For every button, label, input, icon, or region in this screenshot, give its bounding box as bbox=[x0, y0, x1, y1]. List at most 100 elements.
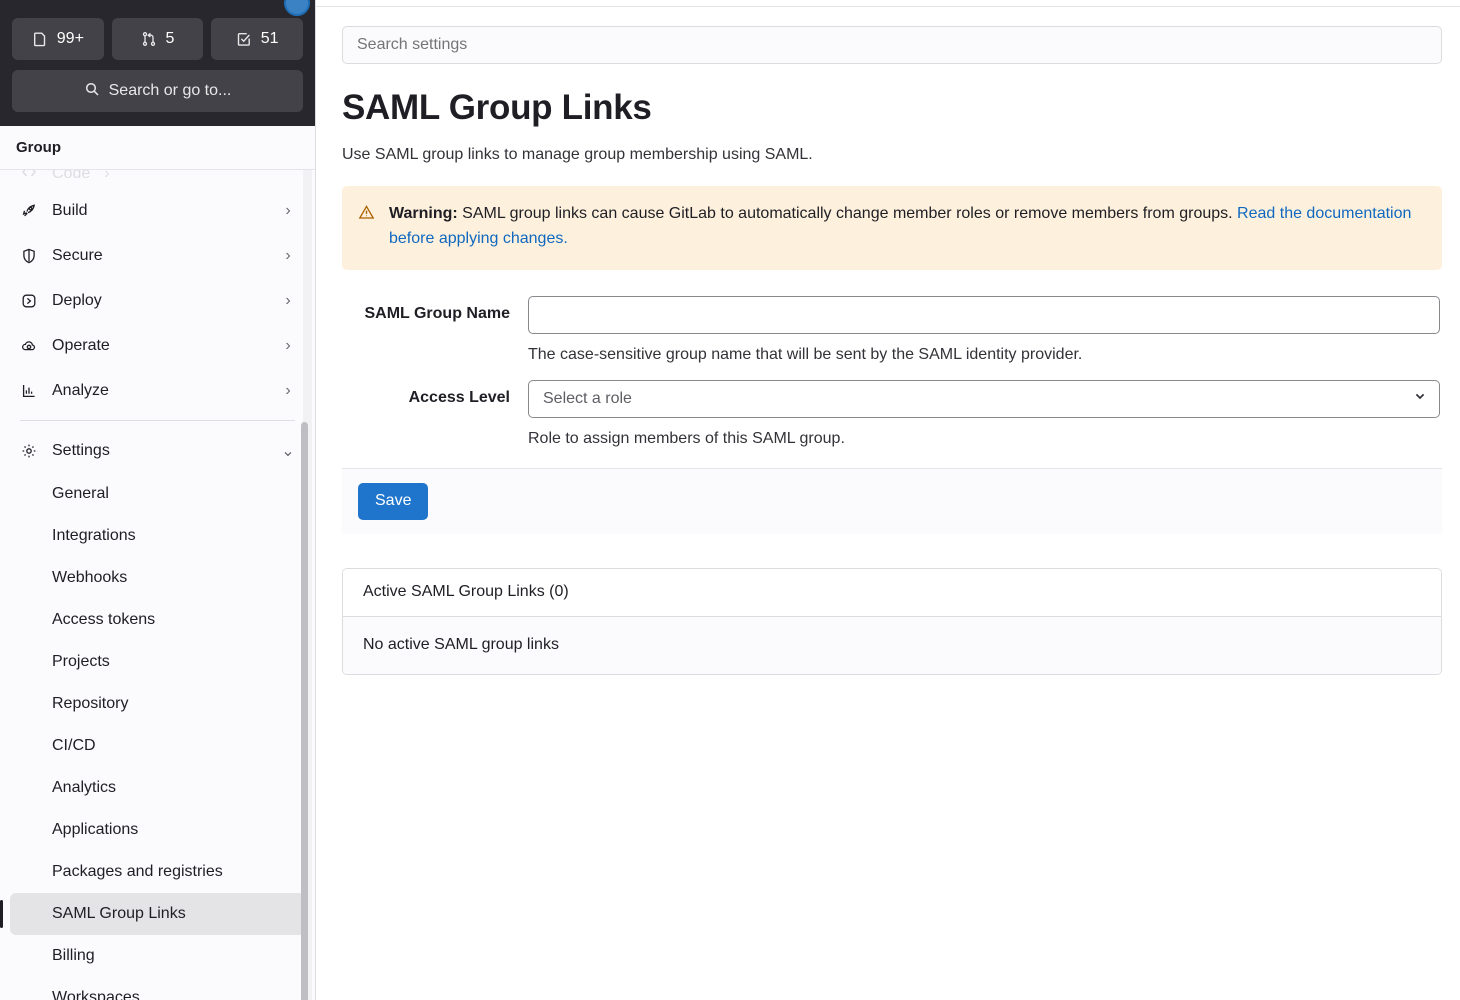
sidebar-item-operate[interactable]: Operate › bbox=[10, 323, 305, 368]
chevron-right-icon: › bbox=[285, 291, 291, 309]
form-spacer bbox=[342, 364, 1442, 380]
sidebar-dark-header: 99+ 5 51 Search or go to... bbox=[0, 0, 315, 126]
warning-bold-prefix: Warning: bbox=[389, 205, 458, 222]
sidebar-item-analyze[interactable]: Analyze › bbox=[10, 368, 305, 413]
merge-requests-counter-button[interactable]: 5 bbox=[111, 18, 204, 60]
sidebar-item-projects[interactable]: Projects bbox=[10, 641, 305, 683]
form-row-group-name: SAML Group Name The case-sensitive group… bbox=[342, 295, 1442, 364]
access-level-label: Access Level bbox=[408, 388, 510, 406]
sidebar-item-build[interactable]: Build › bbox=[10, 188, 305, 233]
search-settings-input[interactable] bbox=[342, 26, 1442, 64]
chart-icon bbox=[20, 382, 38, 400]
group-header: Group bbox=[0, 126, 315, 170]
sidebar-item-analytics-label: Analytics bbox=[52, 779, 117, 796]
sidebar-item-build-label: Build bbox=[52, 201, 88, 219]
left-sidebar: 99+ 5 51 Search or go to... Group Code ›… bbox=[0, 0, 316, 1000]
merge-requests-count: 5 bbox=[165, 30, 175, 47]
app-root: 99+ 5 51 Search or go to... Group Code ›… bbox=[0, 0, 1460, 1000]
sidebar-item-billing-label: Billing bbox=[52, 947, 95, 964]
sidebar-item-applications[interactable]: Applications bbox=[10, 809, 305, 851]
sidebar-item-packages-and-registries[interactable]: Packages and registries bbox=[10, 851, 305, 893]
sidebar-item-projects-label: Projects bbox=[52, 653, 110, 670]
cloud-gear-icon bbox=[20, 337, 38, 355]
sidebar-item-deploy-label: Deploy bbox=[52, 291, 102, 309]
page-title: SAML Group Links bbox=[342, 88, 652, 127]
chevron-right-icon: › bbox=[285, 336, 291, 354]
sidebar-item-workspaces-label: Workspaces bbox=[52, 989, 140, 1000]
code-icon bbox=[20, 170, 38, 186]
issues-count: 99+ bbox=[56, 30, 84, 47]
access-level-select[interactable]: Select a role bbox=[528, 379, 1440, 418]
sidebar-item-billing[interactable]: Billing bbox=[10, 935, 305, 977]
sidebar-item-code-label: Code bbox=[52, 170, 91, 182]
form-actions-bar: Save bbox=[342, 467, 1442, 534]
merge-request-icon bbox=[141, 31, 157, 47]
sidebar-item-code[interactable]: Code › bbox=[10, 170, 305, 188]
saml-group-link-form: SAML Group Name The case-sensitive group… bbox=[342, 295, 1442, 448]
sidebar-item-access-tokens[interactable]: Access tokens bbox=[10, 599, 305, 641]
counter-row: 99+ 5 51 bbox=[12, 18, 304, 60]
warning-body: SAML group links can cause GitLab to aut… bbox=[457, 205, 1238, 222]
sidebar-item-general-label: General bbox=[52, 485, 109, 502]
todos-counter-button[interactable]: 51 bbox=[211, 18, 304, 60]
gear-icon bbox=[20, 442, 38, 460]
sidebar-item-saml-group-links[interactable]: SAML Group Links bbox=[0, 893, 305, 935]
sidebar-item-saml-group-links-label: SAML Group Links bbox=[52, 905, 186, 922]
sidebar-item-general[interactable]: General bbox=[10, 473, 305, 515]
sidebar-item-workspaces[interactable]: Workspaces bbox=[10, 977, 305, 1000]
settings-page: SAML Group Links Use SAML group links to… bbox=[316, 0, 1460, 675]
avatar[interactable] bbox=[284, 0, 310, 16]
issues-counter-button[interactable]: 99+ bbox=[12, 18, 104, 60]
sidebar-nav-scroll: Code › Build › Secure › Deploy › Operate… bbox=[0, 170, 315, 1000]
avatar-strip bbox=[12, 0, 310, 16]
active-saml-group-links-card: Active SAML Group Links (0) No active SA… bbox=[342, 567, 1442, 675]
save-button[interactable]: Save bbox=[358, 482, 429, 520]
global-search-button[interactable]: Search or go to... bbox=[12, 70, 303, 112]
form-row-access-level: Access Level Select a role Role to assig… bbox=[342, 379, 1442, 448]
access-level-help: Role to assign members of this SAML grou… bbox=[528, 429, 845, 447]
access-level-selected-value: Select a role bbox=[543, 389, 632, 407]
access-level-control: Select a role Role to assign members of … bbox=[528, 379, 1442, 448]
sidebar-item-access-tokens-label: Access tokens bbox=[52, 611, 156, 628]
top-divider bbox=[316, 6, 1460, 7]
issues-icon bbox=[32, 31, 48, 47]
saml-group-name-input[interactable] bbox=[528, 295, 1440, 334]
warning-alert: Warning: SAML group links can cause GitL… bbox=[342, 186, 1442, 270]
sidebar-item-cicd-label: CI/CD bbox=[52, 737, 96, 754]
sidebar-nav-list: Code › Build › Secure › Deploy › Operate… bbox=[0, 170, 315, 1000]
sidebar-item-deploy[interactable]: Deploy › bbox=[10, 278, 305, 323]
todo-checkbox-icon bbox=[236, 31, 252, 47]
saml-group-name-control: The case-sensitive group name that will … bbox=[528, 295, 1442, 364]
global-search-label: Search or go to... bbox=[108, 82, 232, 99]
chevron-down-icon bbox=[1413, 389, 1427, 408]
chevron-down-icon: ⌄ bbox=[281, 442, 295, 460]
saml-group-name-label: SAML Group Name bbox=[364, 304, 511, 322]
main-content: SAML Group Links Use SAML group links to… bbox=[316, 0, 1460, 1000]
sidebar-item-webhooks-label: Webhooks bbox=[52, 569, 128, 586]
sidebar-scrollbar-thumb[interactable] bbox=[301, 422, 308, 1000]
saml-group-name-help: The case-sensitive group name that will … bbox=[528, 345, 1083, 363]
sidebar-item-cicd[interactable]: CI/CD bbox=[10, 725, 305, 767]
todos-count: 51 bbox=[260, 30, 279, 47]
warning-triangle-icon bbox=[358, 202, 375, 226]
sidebar-item-secure-label: Secure bbox=[52, 246, 103, 264]
sidebar-item-secure[interactable]: Secure › bbox=[10, 233, 305, 278]
chevron-right-icon: › bbox=[285, 381, 291, 399]
sidebar-item-analyze-label: Analyze bbox=[52, 381, 109, 399]
sidebar-item-webhooks[interactable]: Webhooks bbox=[10, 557, 305, 599]
sidebar-item-integrations-label: Integrations bbox=[52, 527, 136, 544]
sidebar-item-analytics[interactable]: Analytics bbox=[10, 767, 305, 809]
sidebar-item-repository[interactable]: Repository bbox=[10, 683, 305, 725]
sidebar-item-settings[interactable]: Settings ⌄ bbox=[10, 428, 305, 473]
sidebar-divider bbox=[20, 420, 295, 421]
sidebar-item-integrations[interactable]: Integrations bbox=[10, 515, 305, 557]
rocket-icon bbox=[20, 202, 38, 220]
deploy-icon bbox=[20, 292, 38, 310]
sidebar-item-repository-label: Repository bbox=[52, 695, 129, 712]
sidebar-item-settings-label: Settings bbox=[52, 441, 110, 459]
active-links-empty-state: No active SAML group links bbox=[343, 616, 1441, 674]
chevron-right-icon: › bbox=[285, 201, 291, 219]
sidebar-item-applications-label: Applications bbox=[52, 821, 139, 838]
sidebar-scrollbar-track[interactable] bbox=[301, 170, 312, 1000]
active-links-header: Active SAML Group Links (0) bbox=[343, 568, 1441, 617]
